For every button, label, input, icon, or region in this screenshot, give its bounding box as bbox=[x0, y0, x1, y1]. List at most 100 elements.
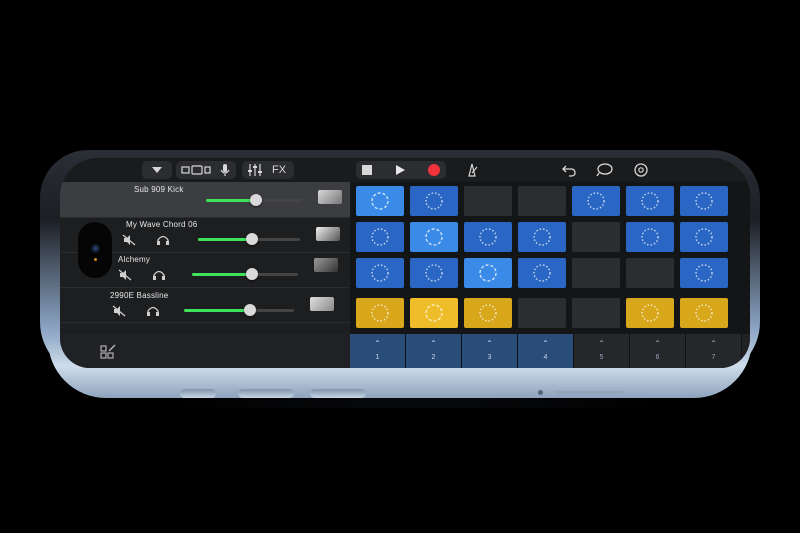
headphones-icon[interactable] bbox=[146, 305, 160, 317]
photo-stage: FX Sub 909 Kick My Wave Chord 06 Alchemy… bbox=[0, 0, 800, 533]
fx-button[interactable]: FX bbox=[268, 161, 290, 179]
loop-cell-icon bbox=[695, 304, 713, 322]
loop-cell[interactable] bbox=[464, 222, 512, 252]
stop-icon[interactable] bbox=[360, 163, 374, 177]
track-row[interactable]: 2990E Bassline bbox=[60, 287, 350, 323]
loop-cell[interactable] bbox=[680, 298, 728, 328]
volume-slider[interactable] bbox=[206, 194, 302, 206]
track-row[interactable]: Sub 909 Kick bbox=[60, 182, 350, 218]
column-number: 5 bbox=[599, 354, 604, 361]
loop-cell[interactable] bbox=[410, 186, 458, 216]
loop-cell[interactable] bbox=[572, 258, 620, 288]
loop-cell[interactable] bbox=[572, 298, 620, 328]
indicator-dot bbox=[94, 258, 97, 261]
loop-cell-icon bbox=[695, 228, 713, 246]
loop-cell[interactable] bbox=[356, 186, 404, 216]
loop-cell-icon bbox=[641, 304, 659, 322]
record-icon[interactable] bbox=[428, 164, 440, 176]
loop-cell[interactable] bbox=[626, 222, 674, 252]
app-screen: FX Sub 909 Kick My Wave Chord 06 Alchemy… bbox=[60, 158, 750, 368]
loop-cell[interactable] bbox=[518, 222, 566, 252]
undo-icon[interactable] bbox=[561, 162, 577, 178]
loop-cell[interactable] bbox=[572, 222, 620, 252]
loop-cell[interactable] bbox=[410, 222, 458, 252]
column-trigger-bar: ⌃ 1 ⌃ 2 ⌃ 3 ⌃ 4 ⌃ 5 ⌃ 6 ⌃ 7 bbox=[344, 334, 750, 368]
loop-cell[interactable] bbox=[518, 298, 566, 328]
loop-cell[interactable] bbox=[518, 258, 566, 288]
column-trigger-5[interactable]: ⌃ 5 bbox=[574, 334, 630, 368]
microphone-icon[interactable] bbox=[218, 161, 232, 179]
side-port bbox=[538, 390, 543, 395]
loop-cell[interactable] bbox=[680, 258, 728, 288]
loop-cell[interactable] bbox=[680, 186, 728, 216]
volume-up-button bbox=[238, 389, 294, 398]
instrument-thumbnail[interactable] bbox=[316, 227, 340, 241]
instrument-thumbnail[interactable] bbox=[318, 190, 342, 204]
column-trigger-4[interactable]: ⌃ 4 bbox=[518, 334, 574, 368]
view-toggle-icon[interactable] bbox=[178, 161, 214, 179]
volume-knob[interactable] bbox=[244, 304, 256, 316]
volume-slider[interactable] bbox=[198, 233, 300, 245]
column-trigger-6[interactable]: ⌃ 6 bbox=[630, 334, 686, 368]
loop-cell-icon bbox=[641, 228, 659, 246]
column-trigger-3[interactable]: ⌃ 3 bbox=[462, 334, 518, 368]
edit-grid-icon[interactable] bbox=[100, 344, 116, 360]
tracks-menu-button[interactable] bbox=[142, 161, 172, 179]
volume-fill bbox=[206, 199, 256, 202]
dynamic-island bbox=[78, 222, 112, 278]
volume-knob[interactable] bbox=[246, 233, 258, 245]
loop-cell[interactable] bbox=[464, 298, 512, 328]
chevron-up-icon: ⌃ bbox=[486, 339, 493, 348]
mute-icon[interactable] bbox=[118, 269, 132, 281]
mute-icon[interactable] bbox=[122, 234, 136, 246]
loop-cell-icon bbox=[425, 228, 443, 246]
chevron-down-icon bbox=[152, 167, 162, 173]
loop-icon[interactable] bbox=[596, 162, 614, 178]
mute-icon[interactable] bbox=[112, 305, 126, 317]
settings-icon[interactable] bbox=[633, 162, 649, 178]
loop-cell[interactable] bbox=[518, 186, 566, 216]
column-trigger-7[interactable]: ⌃ 7 bbox=[686, 334, 742, 368]
mixer-icon[interactable] bbox=[246, 161, 264, 179]
view-mic-group bbox=[176, 161, 236, 179]
volume-slider[interactable] bbox=[184, 304, 294, 316]
metronome-icon[interactable] bbox=[464, 162, 480, 178]
loop-cell-icon bbox=[533, 264, 551, 282]
play-icon[interactable] bbox=[393, 163, 407, 177]
loop-cell[interactable] bbox=[572, 186, 620, 216]
column-trigger-1[interactable]: ⌃ 1 bbox=[350, 334, 406, 368]
headphones-icon[interactable] bbox=[152, 269, 166, 281]
loop-cell-icon bbox=[425, 264, 443, 282]
loop-cell[interactable] bbox=[356, 298, 404, 328]
volume-knob[interactable] bbox=[246, 268, 258, 280]
loop-cell[interactable] bbox=[464, 186, 512, 216]
camera-icon bbox=[91, 244, 100, 253]
track-name: Sub 909 Kick bbox=[134, 185, 184, 194]
loop-cell[interactable] bbox=[626, 186, 674, 216]
instrument-thumbnail[interactable] bbox=[314, 258, 338, 272]
loop-cell-icon bbox=[425, 192, 443, 210]
mixer-fx-group: FX bbox=[242, 161, 294, 179]
bottom-bar: ⌃ 1 ⌃ 2 ⌃ 3 ⌃ 4 ⌃ 5 ⌃ 6 ⌃ 7 bbox=[60, 334, 750, 368]
loop-cell[interactable] bbox=[356, 222, 404, 252]
loop-cell-icon bbox=[641, 192, 659, 210]
column-number: 4 bbox=[543, 354, 548, 361]
loop-cell[interactable] bbox=[626, 258, 674, 288]
loop-cell[interactable] bbox=[626, 298, 674, 328]
volume-knob[interactable] bbox=[250, 194, 262, 206]
volume-down-button bbox=[310, 389, 366, 398]
loop-cell-icon bbox=[371, 264, 389, 282]
loop-cell[interactable] bbox=[680, 222, 728, 252]
loop-cell[interactable] bbox=[356, 258, 404, 288]
loop-cell[interactable] bbox=[410, 298, 458, 328]
loop-cell-icon bbox=[479, 304, 497, 322]
loop-cell-icon bbox=[479, 264, 497, 282]
chevron-up-icon: ⌃ bbox=[542, 339, 549, 348]
headphones-icon[interactable] bbox=[156, 234, 170, 246]
loop-cell[interactable] bbox=[410, 258, 458, 288]
loop-cell[interactable] bbox=[464, 258, 512, 288]
instrument-thumbnail[interactable] bbox=[310, 297, 334, 311]
volume-slider[interactable] bbox=[192, 268, 298, 280]
column-trigger-2[interactable]: ⌃ 2 bbox=[406, 334, 462, 368]
chevron-up-icon: ⌃ bbox=[654, 339, 661, 348]
